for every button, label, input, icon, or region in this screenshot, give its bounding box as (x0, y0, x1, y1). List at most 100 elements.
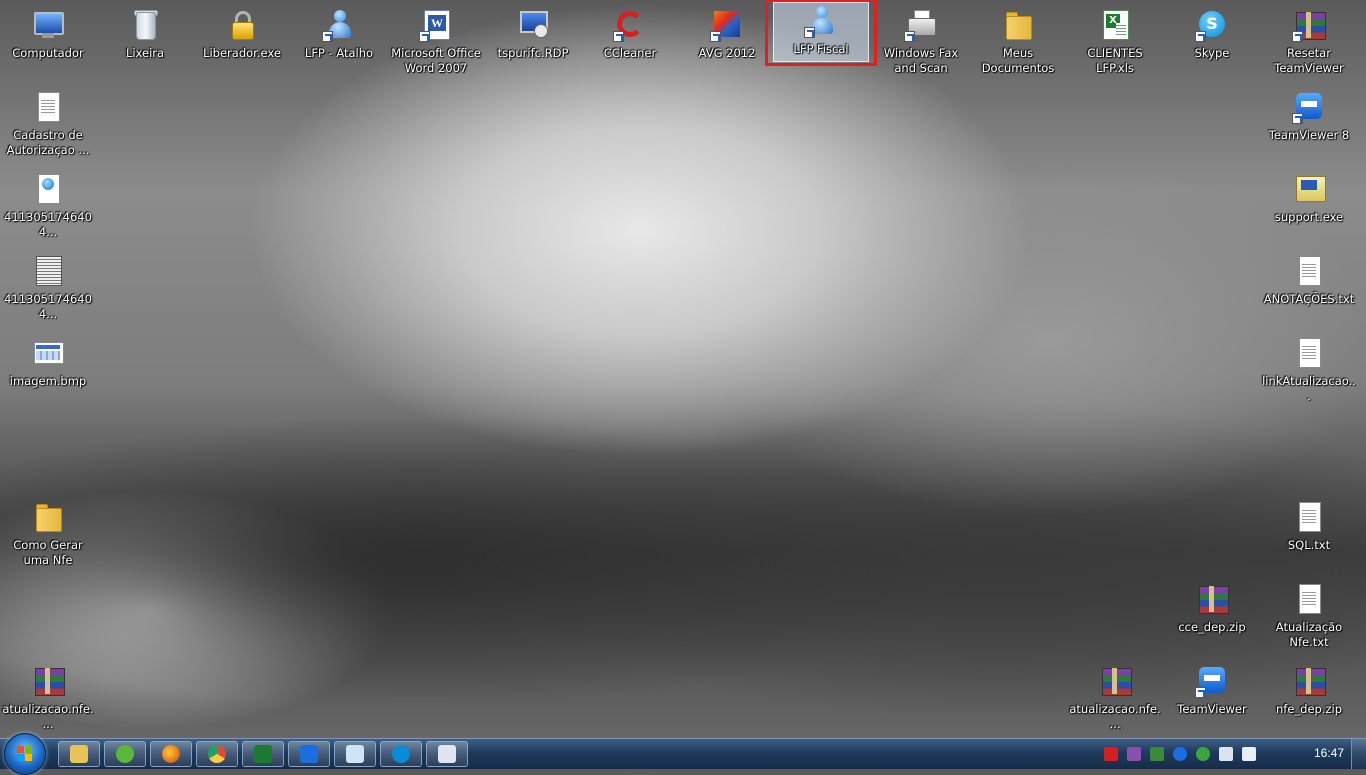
folder-icon (31, 500, 65, 534)
desktop-icon-atualizacao-nfe-right[interactable]: atualizacao.nfe.... (1068, 660, 1162, 732)
desktop-icon-teamviewer[interactable]: TeamViewer (1165, 660, 1259, 717)
calculator-icon (438, 745, 456, 763)
download-icon[interactable] (1150, 747, 1164, 761)
icon-label: support.exe (1274, 210, 1344, 224)
network-icon[interactable] (1219, 747, 1233, 761)
desktop-icon-resetar-teamviewer[interactable]: Resetar TeamViewer (1262, 4, 1356, 76)
teamviewer-icon[interactable] (1173, 747, 1187, 761)
folder-icon (1001, 8, 1035, 42)
icon-label: Computador (12, 46, 84, 60)
desktop-icon-skype[interactable]: S Skype (1165, 4, 1259, 61)
show-desktop-button[interactable] (1351, 739, 1366, 769)
icon-label: TeamViewer 8 (1268, 128, 1350, 142)
ccleaner-icon (613, 8, 647, 42)
clock[interactable]: 16:47 (1314, 746, 1344, 760)
icon-label: 4113051746404... (4, 292, 92, 321)
desktop-icon-avg-2012[interactable]: AVG 2012 (680, 4, 774, 61)
excel-icon (254, 745, 272, 763)
desktop-icon-4113051746404-scan[interactable]: 4113051746404... (1, 250, 95, 322)
icon-label: imagem.bmp (9, 374, 87, 388)
desktop-icon-nfe-dep-zip[interactable]: nfe_dep.zip (1262, 660, 1356, 717)
desktop-icon-meus-documentos[interactable]: Meus Documentos (971, 4, 1065, 76)
no-entry-icon[interactable] (1104, 747, 1118, 761)
firefox-icon (162, 745, 180, 763)
desktop-icon-4113051746404-web[interactable]: 4113051746404... (1, 168, 95, 240)
icon-label: AVG 2012 (698, 46, 756, 60)
user-shortcut-icon (322, 8, 356, 42)
taskbar-skype[interactable] (380, 741, 422, 767)
icon-label: Liberador.exe (203, 46, 281, 60)
teamviewer-icon (1195, 664, 1229, 698)
desktop-icon-computador[interactable]: Computador (1, 4, 95, 61)
scanned-document-icon (31, 254, 65, 288)
winrar-icon (1098, 664, 1132, 698)
icon-label: ANOTAÇÕES.txt (1263, 292, 1355, 306)
windows-logo-icon (17, 746, 33, 762)
user-shortcut-icon (804, 4, 838, 38)
icon-label: cce_dep.zip (1178, 620, 1246, 634)
skype-icon: S (1195, 8, 1229, 42)
computer-icon (31, 8, 65, 42)
desktop: Computador Lixeira Liberador.exe LFP - A… (0, 0, 1366, 738)
icon-label: 4113051746404... (4, 210, 92, 239)
desktop-icon-word-2007[interactable]: W Microsoft Office Word 2007 (389, 4, 483, 76)
desktop-icon-lfp-fiscal[interactable]: LFP Fiscal (765, 0, 877, 66)
web-document-icon (31, 172, 65, 206)
desktop-icon-clientes-lfp-xls[interactable]: X CLIENTES LFP.xls (1068, 4, 1162, 76)
icon-label: Cadastro de Autorizaçao ... (6, 128, 90, 157)
desktop-icon-atualizacao-nfe-txt[interactable]: Atualização Nfe.txt (1262, 578, 1356, 650)
desktop-icon-liberador[interactable]: Liberador.exe (195, 4, 289, 61)
remote-desktop-icon (516, 8, 550, 42)
text-file-icon (1292, 336, 1326, 370)
icon-label: linkAtualizacao... (1262, 374, 1356, 403)
icon-label: Meus Documentos (981, 46, 1055, 75)
taskbar-calculator[interactable] (426, 741, 468, 767)
desktop-icon-atualizacao-nfe-left[interactable]: atualizacao.nfe.... (1, 660, 95, 732)
desktop-icon-como-gerar-nfe[interactable]: Como Gerar uma Nfe (1, 496, 95, 568)
support-icon (1292, 172, 1326, 206)
desktop-icon-link-atualizacao[interactable]: linkAtualizacao... (1262, 332, 1356, 404)
desktop-icon-teamviewer-8[interactable]: TeamViewer 8 (1262, 86, 1356, 143)
taskbar-firefox[interactable] (150, 741, 192, 767)
desktop-icon-cce-dep-zip[interactable]: cce_dep.zip (1165, 578, 1259, 635)
winrar-icon (31, 664, 65, 698)
desktop-icon-lfp-atalho[interactable]: LFP - Atalho (292, 4, 386, 61)
icon-label: nfe_dep.zip (1275, 702, 1343, 716)
desktop-icon-windows-fax-scan[interactable]: Windows Fax and Scan (874, 4, 968, 76)
teamviewer-icon (300, 745, 318, 763)
desktop-icon-ccleaner[interactable]: CCleaner (583, 4, 677, 61)
desktop-icon-lixeira[interactable]: Lixeira (98, 4, 192, 61)
system-tray: 16:47 (1096, 739, 1366, 769)
winrar-icon (1292, 664, 1326, 698)
chrome-icon (208, 745, 226, 763)
recycle-bin-icon (128, 8, 162, 42)
document-icon (31, 90, 65, 124)
icon-label: Microsoft Office Word 2007 (391, 46, 481, 75)
start-button[interactable] (4, 733, 46, 775)
desktop-icon-imagem-bmp[interactable]: imagem.bmp (1, 332, 95, 389)
icon-label: TeamViewer (1177, 702, 1247, 716)
volume-icon[interactable] (1242, 747, 1256, 761)
taskbar-chrome[interactable] (196, 741, 238, 767)
icon-label: Skype (1194, 46, 1230, 60)
taskbar-excel[interactable] (242, 741, 284, 767)
utorrent-icon (116, 745, 134, 763)
avg-icon (710, 8, 744, 42)
desktop-icon-sql-txt[interactable]: SQL.txt (1262, 496, 1356, 553)
desktop-icon-cadastro-autorizacao[interactable]: Cadastro de Autorizaçao ... (1, 86, 95, 158)
padlock-icon (225, 8, 259, 42)
icon-label: Lixeira (125, 46, 165, 60)
desktop-icon-tspurifc-rdp[interactable]: tspurifc.RDP (486, 4, 580, 61)
taskbar-notepad[interactable] (334, 741, 376, 767)
taskbar-utorrent[interactable] (104, 741, 146, 767)
winrar-icon (1195, 582, 1229, 616)
taskbar: 16:47 (0, 733, 1366, 775)
desktop-icon-support-exe[interactable]: support.exe (1262, 168, 1356, 225)
text-file-icon (1292, 254, 1326, 288)
taskbar-teamviewer[interactable] (288, 741, 330, 767)
avg-icon[interactable] (1196, 747, 1210, 761)
taskbar-explorer[interactable] (58, 741, 100, 767)
winrar-icon[interactable] (1127, 747, 1141, 761)
winrar-icon (1292, 8, 1326, 42)
desktop-icon-anotacoes-txt[interactable]: ANOTAÇÕES.txt (1262, 250, 1356, 307)
